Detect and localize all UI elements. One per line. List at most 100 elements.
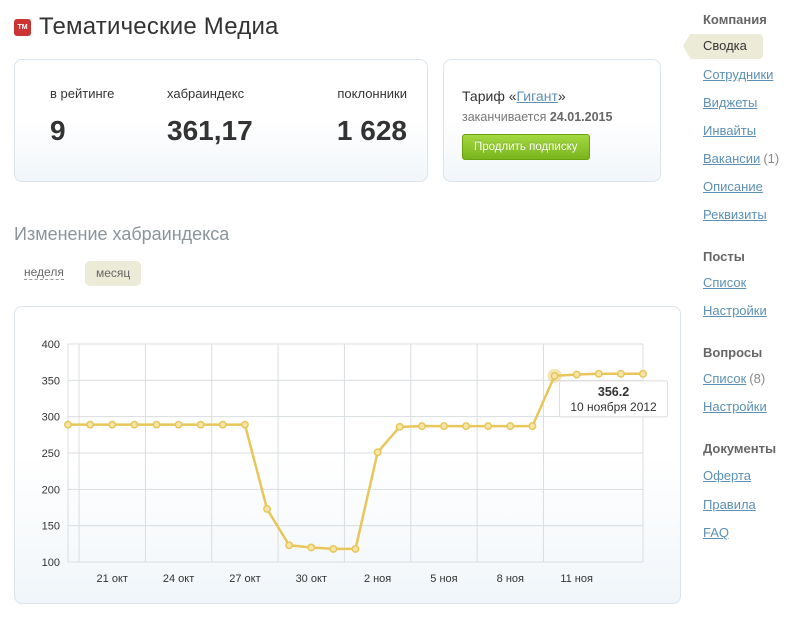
chart-y-tick-label: 300 [42,412,60,424]
chart-data-point[interactable] [528,422,537,431]
chart-series-line [68,372,643,551]
main-content: ТМ Тематические Медиа в рейтинге 9 хабра… [0,0,690,622]
sidebar-item-label: Список [703,275,747,290]
stat-fans: поклонники 1 628 [337,86,407,147]
company-logo-icon: ТМ [14,18,31,36]
sidebar-item-posts-1[interactable]: Настройки [703,303,767,318]
chart-data-point[interactable] [351,544,360,553]
sidebar-heading-posts: Посты [703,249,745,264]
chart-data-point[interactable] [108,420,117,429]
tariff-expires: заканчивается 24.01.2015 [462,110,612,124]
sidebar-item-company-5[interactable]: Описание [703,179,763,194]
sidebar-item-label: Реквизиты [703,207,767,222]
chart-data-point[interactable] [218,420,227,429]
sidebar-heading-questions: Вопросы [703,345,763,360]
tariff-suffix: » [557,88,566,104]
sidebar-item-company-0-active[interactable]: Сводка [683,34,763,59]
tariff-name-link[interactable]: Гигант [517,88,558,104]
stat-rating-value: 9 [50,115,66,146]
sidebar-item-company-6[interactable]: Реквизиты [703,207,767,222]
page-title: Тематические Медиа [39,13,279,40]
chart-data-point[interactable] [196,420,205,429]
sidebar-item-count: (8) [749,371,766,386]
chart-data-point[interactable] [240,420,249,429]
chart-data-point[interactable] [307,543,316,552]
chart-data-point[interactable] [550,371,559,380]
chart-data-point[interactable] [263,505,271,513]
chart-x-tick-label: 24 окт [163,573,194,585]
page-header: ТМ Тематические Медиа [14,10,279,44]
sidebar-item-docs-1[interactable]: Правила [703,497,756,512]
sidebar-item-label: Инвайты [703,123,757,138]
chart-y-tick-label: 400 [42,339,60,351]
chart-y-tick-label: 250 [42,448,60,460]
period-week-toggle[interactable]: неделя [24,266,64,280]
sidebar-item-label: Сводка [703,38,747,53]
tariff-line: Тариф «Гигант» [462,88,566,104]
chart-x-tick-label: 21 окт [97,573,128,585]
sidebar-item-questions-1[interactable]: Настройки [703,399,767,414]
chart-data-point[interactable] [285,541,294,550]
stat-rating-label: в рейтинге [50,86,115,101]
chart-y-tick-label: 100 [42,557,60,569]
chart-data-point[interactable] [506,422,515,431]
chart-y-tick-label: 150 [42,521,60,533]
sidebar-item-questions-0[interactable]: Список (8) [703,371,765,386]
sidebar-item-company-1[interactable]: Сотрудники [703,67,773,82]
sidebar-item-label: Настройки [703,303,767,318]
sidebar-item-docs-0[interactable]: Оферта [703,468,751,483]
chart-y-tick-label: 200 [42,484,60,496]
sidebar-item-count: (1) [763,151,780,166]
sidebar-item-label: FAQ [703,525,730,540]
chart-tooltip-date: 10 ноября 2012 [570,400,657,414]
sidebar-item-docs-2[interactable]: FAQ [703,525,729,540]
chart-data-point[interactable] [440,422,448,431]
stats-card: в рейтинге 9 хабраиндекс 361,17 поклонни… [14,59,428,182]
stat-fans-value: 1 628 [336,115,407,146]
sidebar-item-label: Список [703,371,747,386]
sidebar: Компания Сводка Сотрудники Виджеты Инвайты Ва… [683,0,800,622]
chart-data-point[interactable] [152,420,161,429]
tariff-expires-date: 24.01.2015 [549,110,613,124]
chart-data-point[interactable] [616,369,625,378]
chart-data-point[interactable] [572,370,581,379]
sidebar-item-label: Вакансии [703,151,761,166]
stat-habraindex-value: 361,17 [167,115,253,146]
sidebar-item-label: Сотрудники [703,67,774,82]
period-month-toggle[interactable]: месяц [85,261,142,286]
chart-y-tick-label: 350 [42,375,60,387]
chart-data-point[interactable] [373,448,382,457]
sidebar-item-posts-0[interactable]: Список [703,275,746,290]
tariff-prefix: Тариф « [462,88,517,104]
chart-data-point[interactable] [174,420,183,429]
chart-data-point[interactable] [86,420,95,429]
sidebar-item-label: Настройки [703,399,767,414]
sidebar-item-label: Оферта [703,468,752,483]
renew-subscription-button[interactable]: Продлить подписку [462,134,590,160]
chart-data-point[interactable] [639,369,647,378]
chart-data-point[interactable] [462,422,471,431]
chart-data-point[interactable] [484,422,493,431]
chart-data-point[interactable] [594,369,603,378]
sidebar-item-label: Правила [703,497,756,512]
sidebar-item-company-4[interactable]: Вакансии (1) [703,151,779,166]
tariff-card: Тариф «Гигант» заканчивается 24.01.2015 … [443,59,661,182]
chart-data-point[interactable] [329,544,338,553]
sidebar-heading-company: Компания [703,12,767,27]
chart-tooltip-value: 356.2 [598,385,629,399]
stat-rating: в рейтинге 9 [50,86,114,147]
sidebar-item-company-3[interactable]: Инвайты [703,123,756,138]
chart-x-tick-label: 5 ноя [430,573,457,585]
stat-habraindex-label: хабраиндекс [167,86,245,101]
chart-data-point[interactable] [417,422,426,431]
chart-x-tick-label: 11 ноя [560,573,593,585]
sidebar-item-company-2[interactable]: Виджеты [703,95,757,110]
chart-x-tick-label: 2 ноя [364,573,391,585]
sidebar-item-label: Описание [703,179,763,194]
chart-tooltip: 356.210 ноября 2012 [559,380,669,418]
habraindex-chart-card: 100 150 200 250 300 350 400 21 окт 24 окт 27 окт 3… [14,306,681,604]
chart-data-point[interactable] [130,420,139,429]
chart-data-point[interactable] [64,420,72,429]
chart-data-point[interactable] [395,422,404,431]
tariff-expires-label: заканчивается [462,110,547,124]
